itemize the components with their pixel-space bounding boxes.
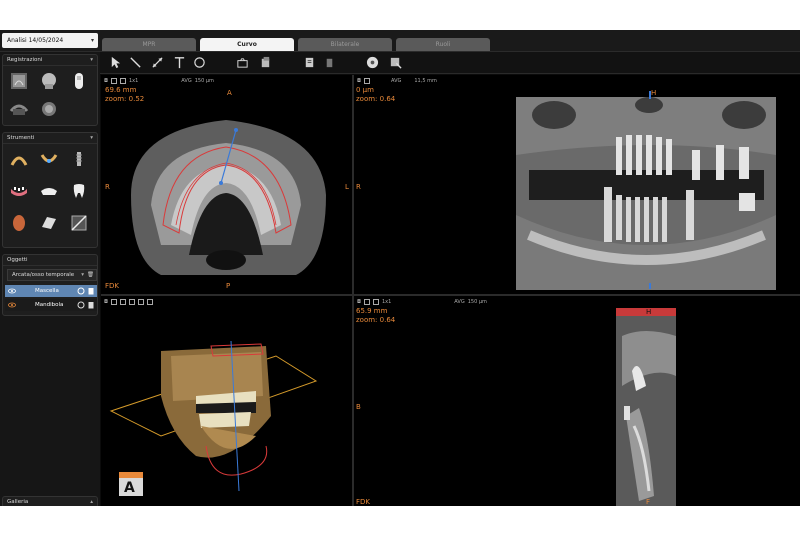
tool-model-button[interactable] xyxy=(39,213,59,233)
cut-plane-icon xyxy=(71,215,87,231)
registrations-panel: Registrazioni ▾ xyxy=(2,54,98,126)
face-scan-icon xyxy=(13,215,25,231)
orientation-bottom: F xyxy=(646,498,651,506)
chevron-down-icon: ▾ xyxy=(90,135,93,141)
tool-implant-button[interactable] xyxy=(69,149,89,169)
orientation-top: H xyxy=(646,308,652,316)
screen-bottom xyxy=(0,506,800,550)
tab-mpr[interactable]: MPR xyxy=(102,38,196,51)
registration-scanner-button[interactable] xyxy=(69,71,89,91)
registration-head-button[interactable] xyxy=(39,99,59,119)
circle-icon xyxy=(193,56,205,68)
tool-crown-button[interactable] xyxy=(39,181,59,201)
move-icon[interactable] xyxy=(77,301,85,309)
panoramic-icon xyxy=(9,104,29,115)
line-icon xyxy=(129,56,141,68)
tool-gum-button[interactable] xyxy=(9,181,29,201)
arch-icon xyxy=(10,156,28,166)
trash-icon[interactable] xyxy=(87,287,95,295)
model-icon xyxy=(42,217,56,229)
analysis-select-label: Analisi 14/05/2024 xyxy=(7,37,64,44)
tools-header[interactable]: Strumenti ▾ xyxy=(3,133,97,144)
object-row-mascella[interactable]: Mascella xyxy=(5,285,97,297)
tool-face-button[interactable] xyxy=(9,213,29,233)
implant-icon xyxy=(76,152,82,166)
registration-panoramic-button[interactable] xyxy=(9,99,29,119)
trash-icon[interactable]: 🗑 xyxy=(87,270,94,281)
disc-icon xyxy=(366,56,378,68)
tab-ruoli[interactable]: Ruoli xyxy=(396,38,490,51)
objects-panel: Oggetti Arcata/osso temporale ▾ 🗑 Mascel… xyxy=(2,254,98,316)
line-tool-button[interactable] xyxy=(128,55,142,69)
gallery-title: Galleria xyxy=(7,499,29,505)
registration-skull-button[interactable] xyxy=(39,71,59,91)
viewport-divider-vertical[interactable] xyxy=(352,75,354,506)
panoramic-viewport[interactable]: ◘ AVG 11,5 mm 0 µm zoom: 0.64 R H F xyxy=(354,75,800,294)
registrations-title: Registrazioni xyxy=(7,57,43,63)
gum-icon xyxy=(11,187,27,196)
object-label: Mascella xyxy=(35,288,59,294)
skull-icon xyxy=(42,73,56,89)
panoramic-image xyxy=(516,91,776,290)
sidebar: Registrazioni ▾ Strumenti ▾ Oggetti Arca… xyxy=(0,52,100,508)
axial-slice-image xyxy=(131,120,326,275)
tools-title: Strumenti xyxy=(7,135,35,141)
analysis-select[interactable]: Analisi 14/05/2024 ▾ xyxy=(2,33,98,48)
circle-tool-button[interactable] xyxy=(192,55,206,69)
tooth-icon xyxy=(73,184,85,198)
trash-icon xyxy=(326,58,332,67)
objects-dropdown-value: Arcata/osso temporale xyxy=(12,272,75,278)
measure-tool-button[interactable] xyxy=(150,55,164,69)
snapshot-button[interactable] xyxy=(235,55,249,69)
tools-panel: Strumenti ▾ xyxy=(2,132,98,248)
export-icon xyxy=(261,56,269,67)
export-button[interactable] xyxy=(258,55,272,69)
move-icon[interactable] xyxy=(77,287,85,295)
toolbar xyxy=(100,52,800,74)
registration-xray-button[interactable] xyxy=(9,71,29,91)
nerve-icon xyxy=(40,154,58,163)
disc-button[interactable] xyxy=(365,55,379,69)
crown-icon xyxy=(41,188,57,195)
tool-nerve-button[interactable] xyxy=(39,149,59,169)
tool-tooth-button[interactable] xyxy=(69,181,89,201)
chevron-down-icon: ▾ xyxy=(90,57,93,63)
measure-arrow-icon xyxy=(151,56,163,68)
cross-section-image xyxy=(616,308,676,506)
volume-3d-viewport[interactable]: ◘ A xyxy=(101,296,352,506)
object-label: Mandibola xyxy=(35,302,64,308)
tool-arch-button[interactable] xyxy=(9,149,29,169)
registrations-header[interactable]: Registrazioni ▾ xyxy=(3,55,97,66)
tab-bilaterale[interactable]: Bilaterale xyxy=(298,38,392,51)
head-icon xyxy=(42,102,56,116)
delete-button[interactable] xyxy=(322,55,336,69)
pointer-tool-button[interactable] xyxy=(108,55,122,69)
viewport-divider-horizontal[interactable] xyxy=(101,294,800,296)
report-button[interactable] xyxy=(302,55,316,69)
tool-cut-button[interactable] xyxy=(69,213,89,233)
eye-icon[interactable] xyxy=(8,301,16,309)
object-row-mandibola[interactable]: Mandibola xyxy=(5,299,97,311)
cursor-icon xyxy=(111,56,120,68)
report-icon xyxy=(305,57,313,67)
cross-section-viewport[interactable]: ◘ 1x1 AVG 150 µm 65.9 mm zoom: 0.64 B FD… xyxy=(354,296,800,506)
eye-icon[interactable] xyxy=(8,287,16,295)
share-icon xyxy=(390,57,402,69)
share-button[interactable] xyxy=(388,55,402,69)
objects-header[interactable]: Oggetti xyxy=(3,255,97,266)
axial-viewport[interactable]: ◘ 1x1 AVG 150 µm 69.6 mm zoom: 0.52 A R … xyxy=(101,75,352,294)
xray-image-icon xyxy=(11,73,27,89)
chevron-down-icon: ▾ xyxy=(81,272,84,278)
tab-curvo[interactable]: Curvo xyxy=(200,38,294,51)
trash-icon[interactable] xyxy=(87,301,95,309)
camera-icon xyxy=(236,57,248,68)
scanner-icon xyxy=(75,73,83,89)
volume-render xyxy=(109,340,318,496)
chevron-down-icon: ▾ xyxy=(90,37,94,44)
objects-title: Oggetti xyxy=(7,257,28,263)
objects-dropdown[interactable]: Arcata/osso temporale ▾ 🗑 xyxy=(7,269,97,281)
text-icon xyxy=(174,56,184,68)
orientation-cube-label[interactable]: A xyxy=(124,480,135,496)
text-tool-button[interactable] xyxy=(172,55,186,69)
